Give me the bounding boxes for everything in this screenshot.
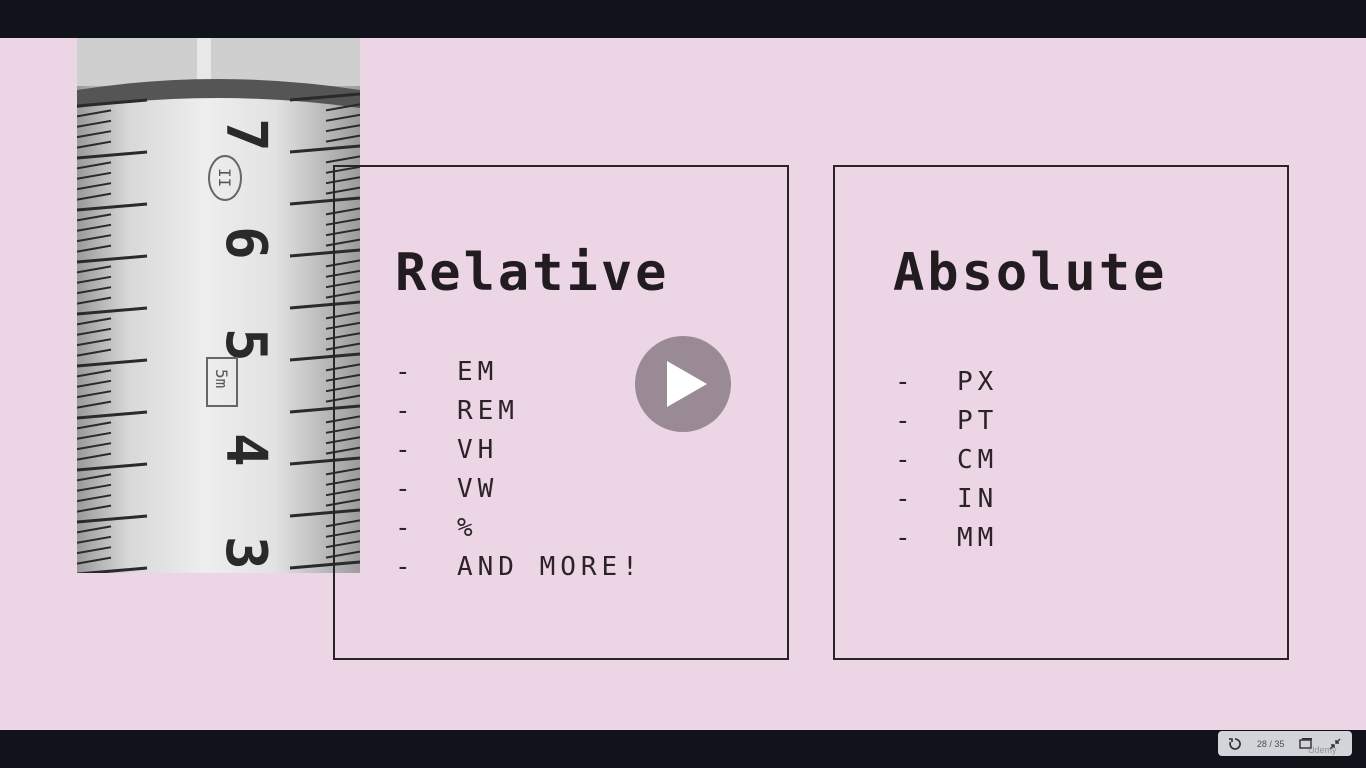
list-item: - VH bbox=[395, 435, 499, 465]
tape-tick bbox=[325, 124, 360, 133]
absolute-units-list: - PX - PT - CM - IN - MM bbox=[895, 363, 998, 558]
tape-tick bbox=[77, 338, 112, 347]
play-icon bbox=[667, 361, 707, 407]
tape-tick bbox=[77, 161, 112, 170]
tape-tick bbox=[77, 317, 112, 326]
tape-tick bbox=[77, 473, 112, 482]
list-item: - CM bbox=[895, 445, 999, 475]
tape-tick bbox=[77, 546, 112, 555]
list-item: - REM bbox=[395, 396, 519, 426]
tape-tick bbox=[77, 494, 112, 503]
list-item: - EM bbox=[395, 357, 499, 387]
tape-tick bbox=[77, 109, 112, 118]
tape-tick bbox=[77, 234, 112, 243]
play-button[interactable] bbox=[635, 336, 731, 432]
tape-tick bbox=[77, 348, 112, 357]
tape-tick bbox=[77, 171, 112, 180]
absolute-units-card: Absolute - PX - PT - CM - IN - MM bbox=[833, 165, 1289, 660]
tape-tick bbox=[77, 421, 112, 430]
tape-tick bbox=[77, 410, 148, 420]
tape-tick bbox=[325, 134, 360, 143]
tape-tick bbox=[77, 254, 148, 264]
tape-tick bbox=[77, 462, 148, 472]
tape-tick bbox=[325, 113, 360, 122]
tape-number-5: 5 bbox=[213, 328, 278, 362]
tape-number-6: 6 bbox=[213, 226, 278, 260]
tape-tick bbox=[77, 379, 112, 388]
tape-tick bbox=[77, 265, 112, 274]
list-item: - PX bbox=[895, 367, 999, 397]
tape-tick bbox=[77, 150, 148, 160]
tape-tick bbox=[77, 296, 112, 305]
watermark: Udemy bbox=[1308, 745, 1337, 755]
tape-tick bbox=[77, 504, 112, 513]
tape-tick bbox=[77, 182, 112, 191]
tape-tick bbox=[77, 369, 112, 378]
relative-title: Relative bbox=[395, 243, 670, 303]
tape-tick bbox=[77, 566, 148, 573]
list-item: - MM bbox=[895, 523, 999, 553]
tape-tick bbox=[77, 390, 112, 399]
list-item: - AND MORE! bbox=[395, 552, 643, 582]
tape-tick bbox=[77, 327, 112, 336]
tape-tick bbox=[77, 514, 148, 524]
tape-tick bbox=[77, 119, 112, 128]
tape-tick bbox=[77, 358, 148, 368]
tape-tick bbox=[77, 483, 112, 492]
tape-tick bbox=[77, 452, 112, 461]
tape-tick bbox=[77, 556, 112, 565]
tape-measure-image: 7 6 5 4 3 II 5m bbox=[77, 38, 360, 573]
tape-measure-graphic: 7 6 5 4 3 II 5m bbox=[77, 38, 360, 573]
tape-tick bbox=[77, 442, 112, 451]
tape-tick bbox=[325, 155, 360, 164]
tape-tick bbox=[77, 192, 112, 201]
tape-tick bbox=[289, 144, 360, 154]
replay-icon[interactable] bbox=[1228, 737, 1242, 751]
tape-number-7: 7 bbox=[213, 118, 278, 152]
tape-number-3: 3 bbox=[213, 536, 278, 570]
tape-tick bbox=[77, 286, 112, 295]
tape-tick bbox=[77, 306, 148, 316]
list-item: - IN bbox=[895, 484, 999, 514]
tape-tick bbox=[77, 213, 112, 222]
tape-tick bbox=[77, 130, 112, 139]
tape-tick bbox=[77, 244, 112, 253]
tape-tick bbox=[77, 140, 112, 149]
tape-mark-ii: II bbox=[215, 168, 234, 187]
tape-tick bbox=[77, 431, 112, 440]
relative-units-list: - EM - REM - VH - VW - % - AND MORE! bbox=[395, 353, 643, 587]
tape-tick bbox=[77, 275, 112, 284]
list-item: - % bbox=[395, 513, 478, 543]
tape-number-4: 4 bbox=[213, 433, 278, 467]
list-item: - PT bbox=[895, 406, 999, 436]
slide-counter: 28 / 35 bbox=[1256, 738, 1285, 749]
tape-tick bbox=[77, 525, 112, 534]
tape-tick bbox=[77, 202, 148, 212]
tape-mark-5m: 5m bbox=[212, 369, 231, 388]
list-item: - VW bbox=[395, 474, 499, 504]
absolute-title: Absolute bbox=[893, 243, 1168, 303]
tape-tick bbox=[77, 535, 112, 544]
tape-tick bbox=[77, 223, 112, 232]
tape-tick bbox=[77, 400, 112, 409]
